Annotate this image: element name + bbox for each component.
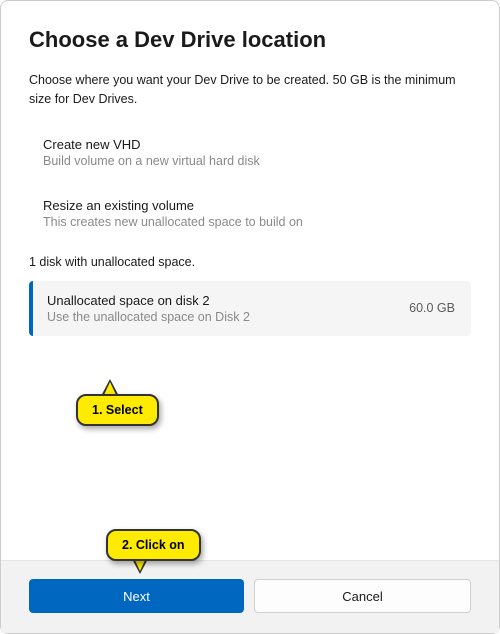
selected-text: Unallocated space on disk 2 Use the unal… <box>47 293 409 324</box>
next-button[interactable]: Next <box>29 579 244 613</box>
option-resize-volume[interactable]: Resize an existing volume This creates n… <box>29 194 471 233</box>
dialog-title: Choose a Dev Drive location <box>29 27 471 53</box>
selected-title: Unallocated space on disk 2 <box>47 293 409 308</box>
dialog-footer: Next Cancel <box>1 560 499 633</box>
disk-count-label: 1 disk with unallocated space. <box>29 255 471 269</box>
cancel-button[interactable]: Cancel <box>254 579 471 613</box>
dialog-subtitle: Choose where you want your Dev Drive to … <box>29 71 471 109</box>
option-title: Resize an existing volume <box>43 198 471 213</box>
option-desc: Build volume on a new virtual hard disk <box>43 154 471 168</box>
selected-desc: Use the unallocated space on Disk 2 <box>47 310 409 324</box>
annotation-click: 2. Click on <box>106 529 201 561</box>
option-desc: This creates new unallocated space to bu… <box>43 215 471 229</box>
option-unallocated-disk[interactable]: Unallocated space on disk 2 Use the unal… <box>29 281 471 336</box>
option-create-vhd[interactable]: Create new VHD Build volume on a new vir… <box>29 133 471 172</box>
annotation-select: 1. Select <box>76 394 159 426</box>
option-title: Create new VHD <box>43 137 471 152</box>
dialog-content: Choose a Dev Drive location Choose where… <box>1 1 499 560</box>
selected-size: 60.0 GB <box>409 301 455 315</box>
